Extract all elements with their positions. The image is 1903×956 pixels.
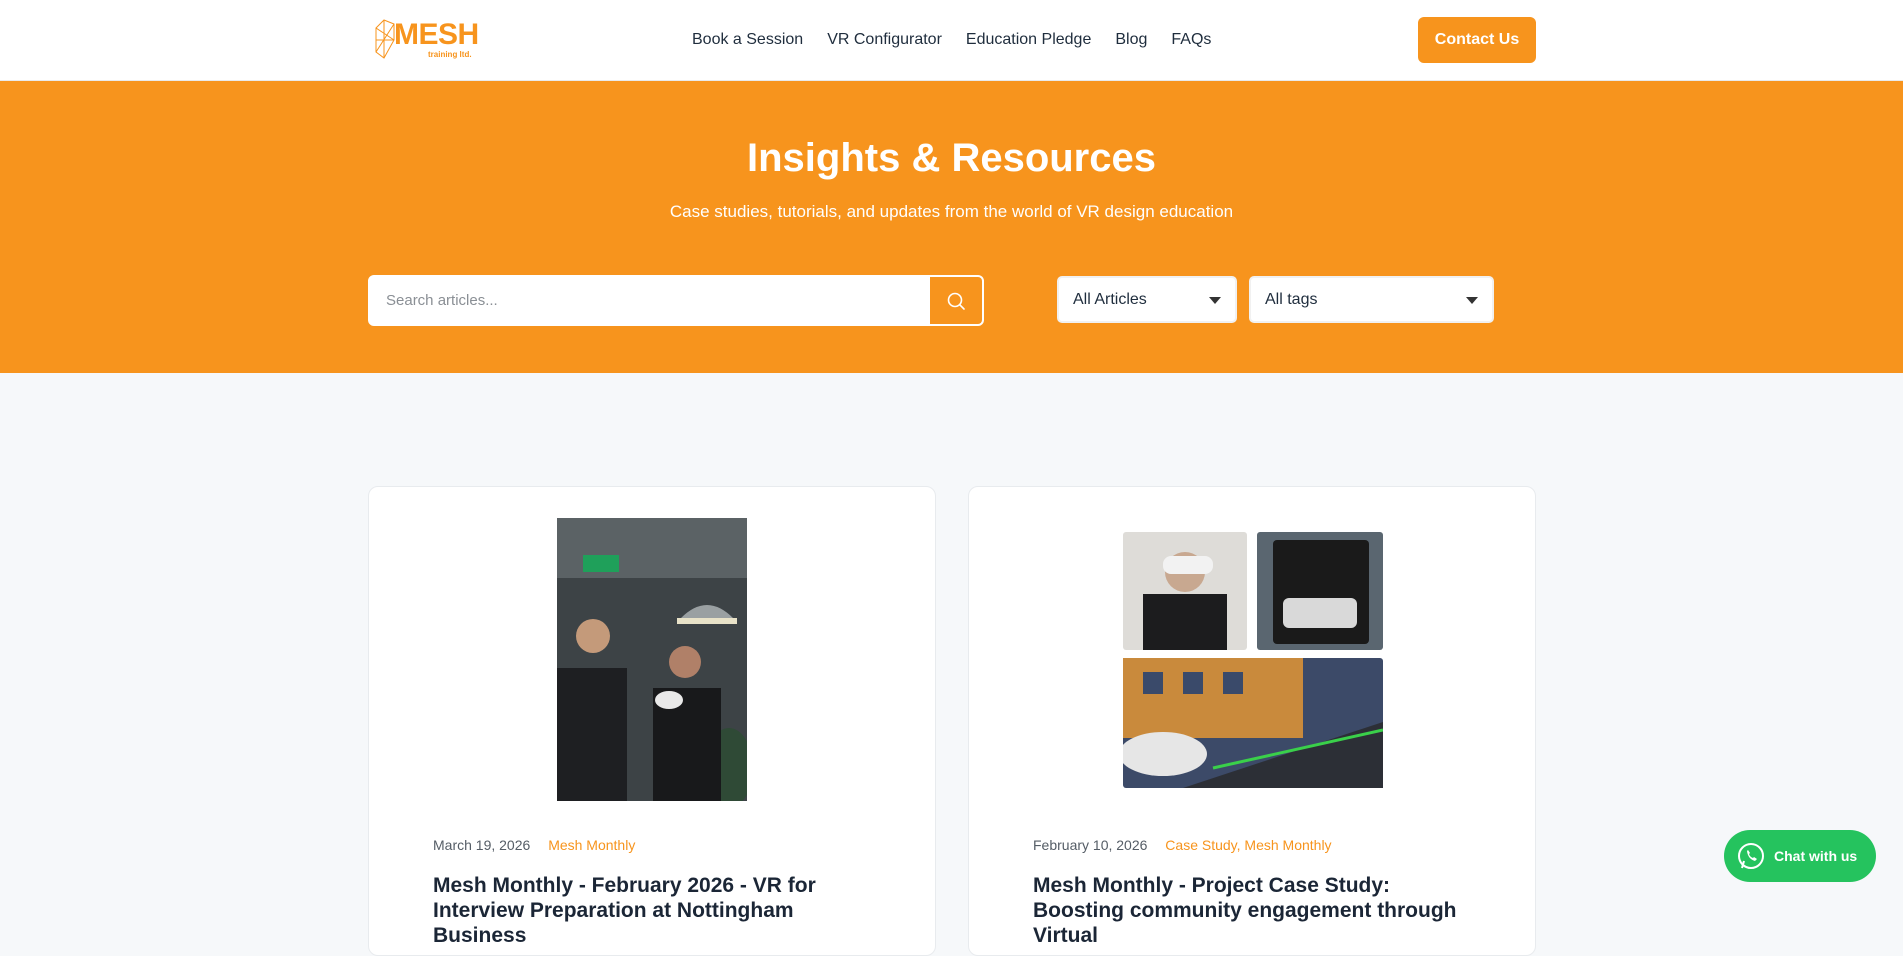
nav-book-a-session[interactable]: Book a Session [692,30,803,50]
post-date: February 10, 2026 [1033,837,1148,853]
post-title[interactable]: Mesh Monthly - Project Case Study: Boost… [1033,873,1483,948]
page-subtitle: Case studies, tutorials, and updates fro… [669,202,1234,221]
post-card[interactable]: February 10, 2026 Case Study, Mesh Month… [968,486,1536,956]
site-header: MESH training ltd. Book a Session VR Con… [0,0,1903,81]
tags-value: All tags [1265,291,1318,308]
whatsapp-chat-button[interactable]: Chat with us [1724,830,1876,882]
contact-us-button[interactable]: Contact Us [1418,17,1536,63]
whatsapp-icon [1738,843,1764,869]
post-date: March 19, 2026 [433,837,531,853]
brand-subtitle: training ltd. [428,50,472,59]
post-title[interactable]: Mesh Monthly - February 2026 - VR for In… [433,873,883,948]
search-icon [947,292,965,310]
nav-faqs[interactable]: FAQs [1171,30,1211,50]
nav-blog[interactable]: Blog [1115,30,1147,50]
search-input[interactable] [370,277,932,324]
nav-vr-configurator[interactable]: VR Configurator [827,30,942,50]
post-thumbnail[interactable] [557,518,747,801]
post-category-link[interactable]: Mesh Monthly [548,837,635,853]
chevron-down-icon [1209,297,1221,304]
post-meta: March 19, 2026 Mesh Monthly [433,836,635,854]
post-card[interactable]: March 19, 2026 Mesh Monthly Mesh Monthly… [368,486,936,956]
post-category-link[interactable]: Case Study, Mesh Monthly [1165,837,1331,853]
post-meta: February 10, 2026 Case Study, Mesh Month… [1033,836,1332,854]
search-bar [368,275,984,326]
nav-education-pledge[interactable]: Education Pledge [966,30,1091,50]
article-type-value: All Articles [1073,291,1147,308]
search-button[interactable] [930,277,982,324]
post-thumbnail[interactable] [1123,532,1383,788]
chat-label: Chat with us [1774,848,1858,864]
chevron-down-icon [1466,297,1478,304]
main-nav: Book a Session VR Configurator Education… [692,30,1211,50]
tags-select[interactable]: All tags [1249,276,1494,323]
article-type-select[interactable]: All Articles [1057,276,1237,323]
hero-banner: Insights & Resources Case studies, tutor… [0,81,1903,373]
brand-name[interactable]: MESH [394,20,479,50]
page-title: Insights & Resources [746,136,1156,180]
